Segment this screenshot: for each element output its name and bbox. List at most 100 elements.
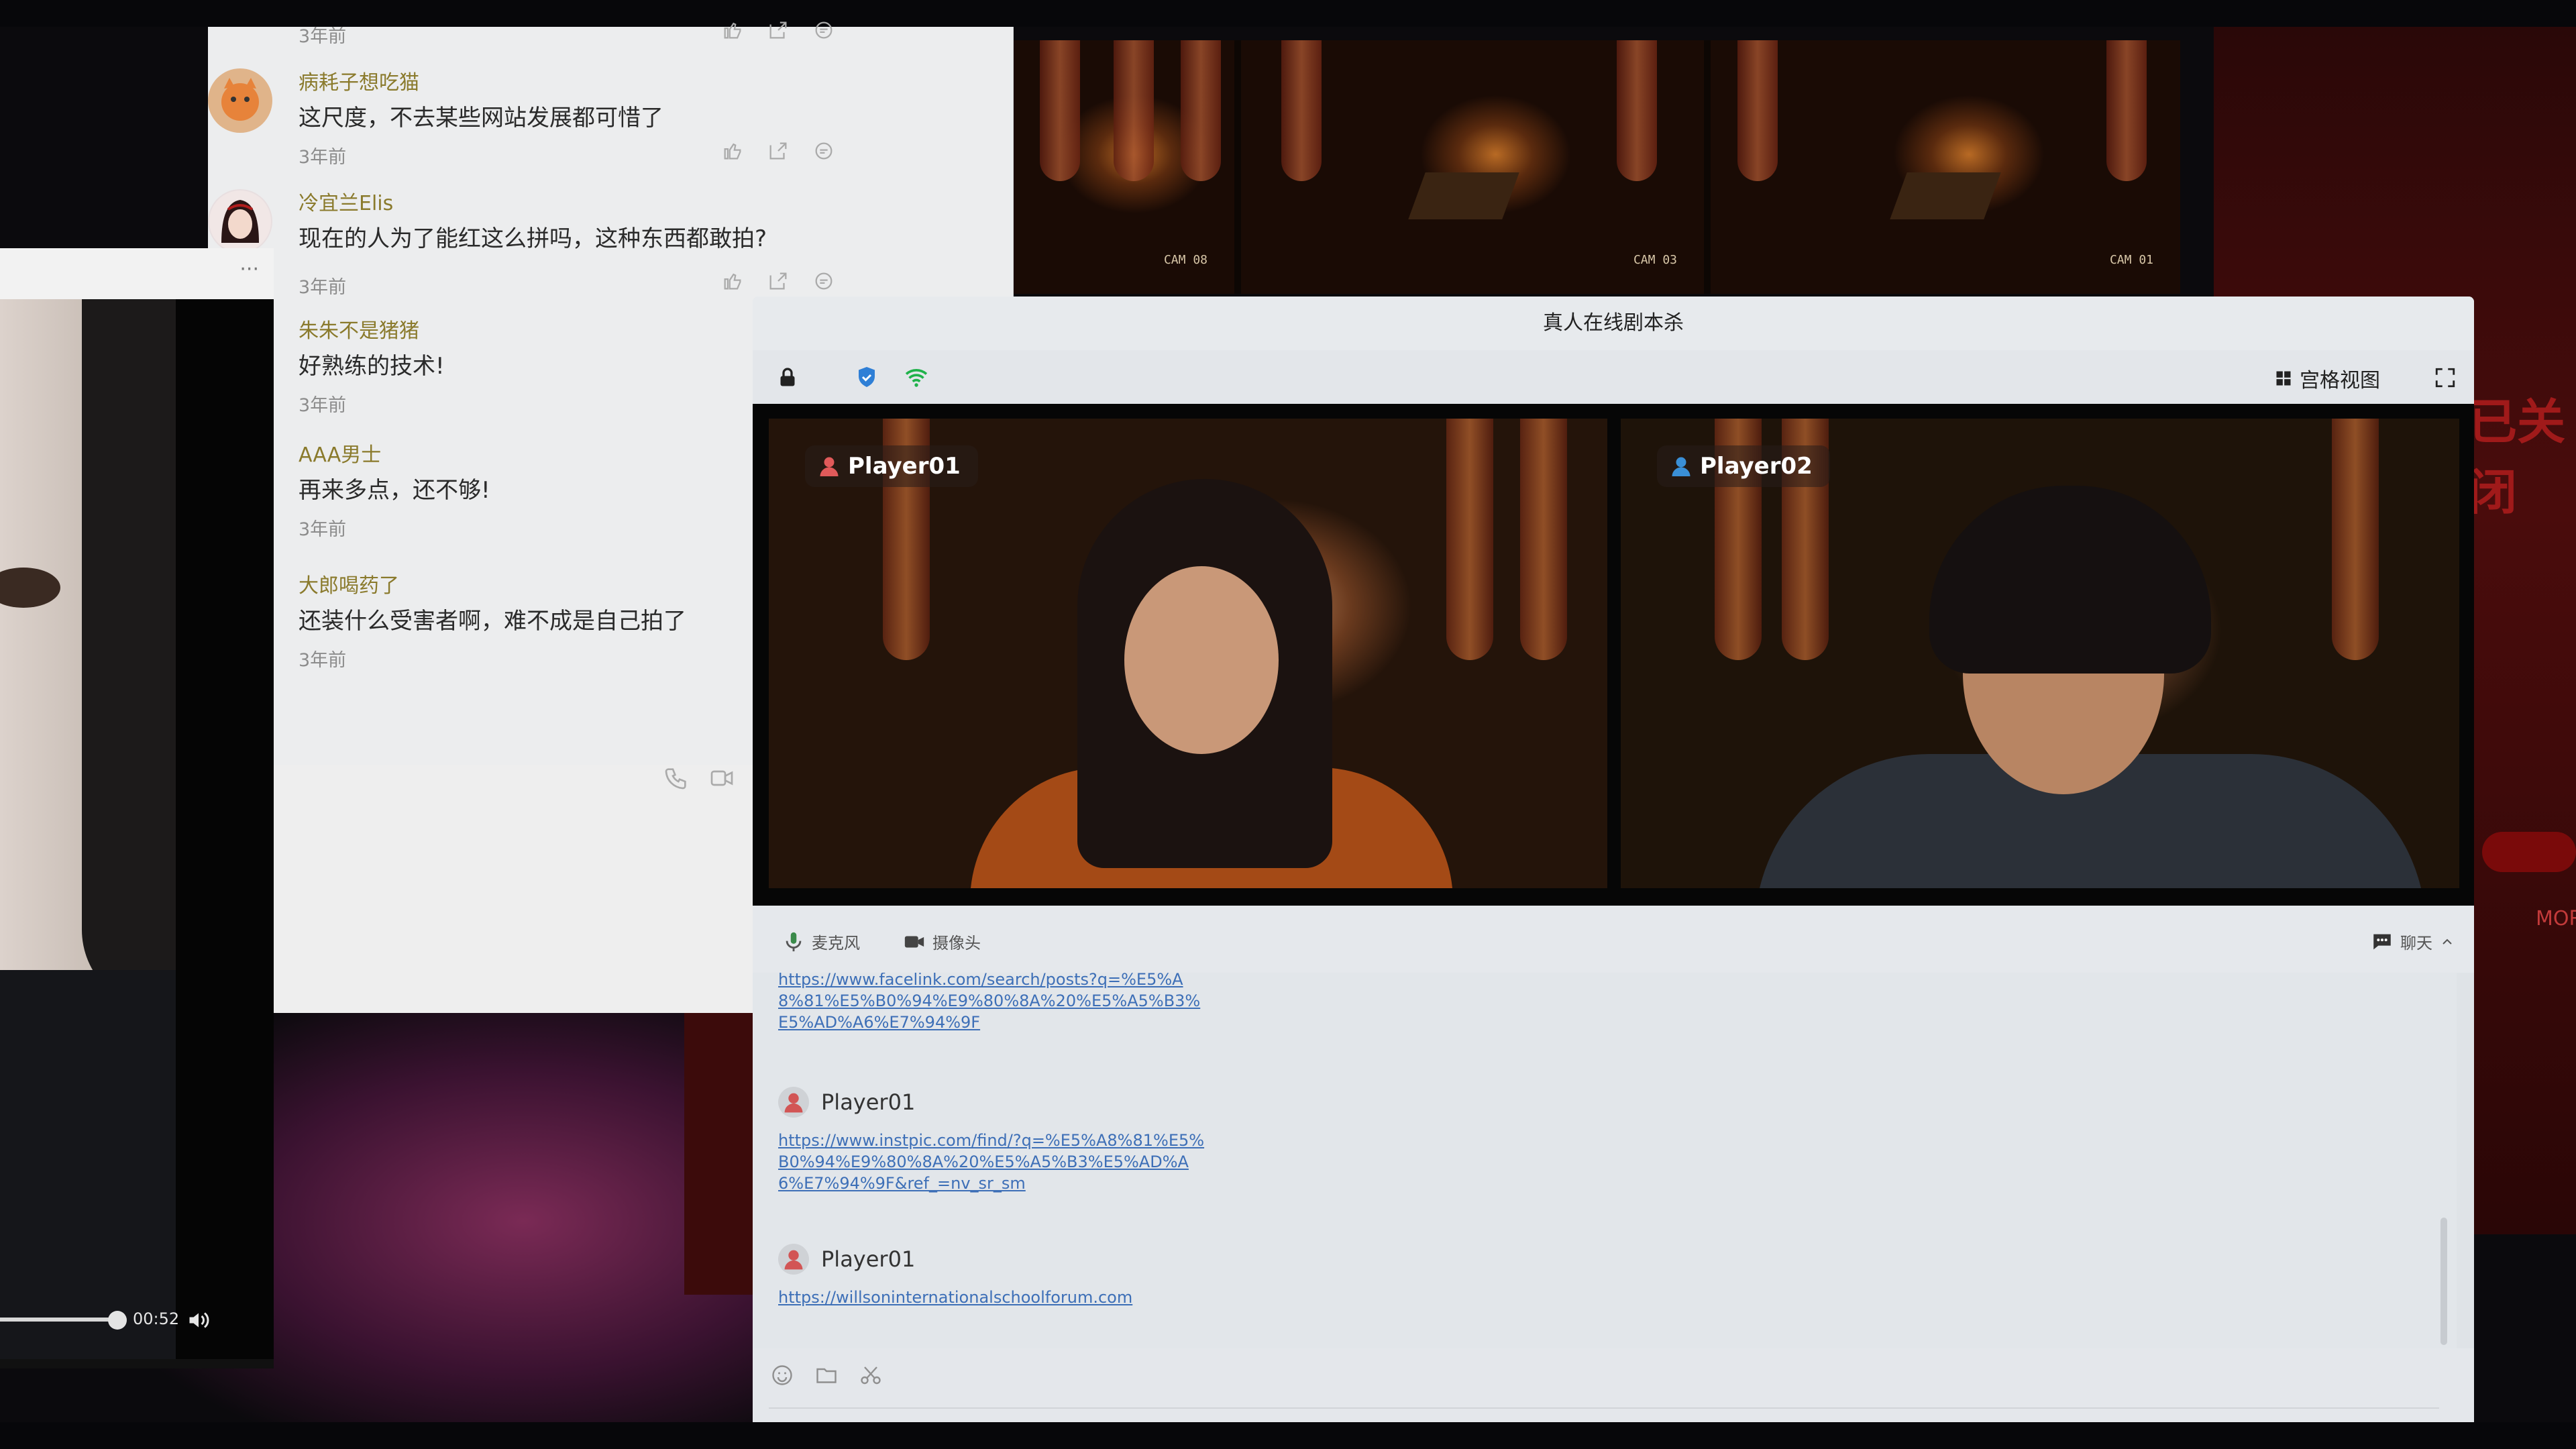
player-name: Player01 (848, 453, 961, 480)
toolbar: 宫格视图 (753, 350, 2474, 405)
cam-label: CAM 08 (1163, 253, 1208, 267)
cam-label: CAM 03 (1633, 253, 1677, 267)
comment-time: 3年前 (299, 147, 347, 168)
comment-text: 这尺度，不去某些网站发展都可惜了 (299, 105, 663, 131)
cctv-cam-tile: CAM 03 (1241, 40, 1704, 294)
chat-label: 聊天 (2400, 934, 2432, 953)
share-icon[interactable] (767, 140, 790, 162)
video-progress-bar[interactable] (0, 1318, 117, 1322)
video-call-icon[interactable] (708, 765, 735, 792)
chat-sender: Player01 (778, 1087, 915, 1118)
camera-button[interactable]: 摄像头 (903, 930, 981, 953)
comment-username[interactable]: 冷宜兰Elis (299, 186, 393, 216)
comment-username[interactable]: 病耗子想吃猫 (299, 66, 419, 95)
player-name-badge: Player01 (805, 445, 978, 487)
chat-link[interactable]: https://www.facelink.com/search/posts?q=… (778, 973, 1208, 1033)
chat-scrollbar[interactable] (2440, 1218, 2447, 1345)
comment-username[interactable]: 大郎喝药了 (299, 569, 399, 598)
cctv-cam-tile: CAM 01 (1711, 40, 2180, 294)
desk-with-laptop (1408, 172, 1519, 219)
cam-label: CAM 01 (2109, 253, 2153, 267)
chevron-up-icon (2443, 938, 2452, 945)
video-subject-eye (0, 568, 60, 608)
cctv-feed-strip: CAM 08 CAM 03 CAM 01 (1013, 40, 2180, 294)
scissors-icon[interactable] (859, 1363, 883, 1387)
comment-username[interactable]: 朱朱不是猪猪 (299, 314, 419, 343)
shield-icon[interactable] (855, 365, 879, 389)
background-red-title: 已关闭 (2469, 394, 2566, 521)
chat-input-bar (753, 1348, 2474, 1422)
chat-link[interactable]: https://willsoninternationalschoolforum.… (778, 1287, 1208, 1308)
camera-label: 摄像头 (932, 934, 981, 953)
user-icon (1672, 457, 1690, 476)
more-menu-button[interactable]: ··· (239, 258, 259, 281)
desk (1890, 172, 2001, 219)
player-video-tile[interactable]: Player02 (1621, 419, 2459, 888)
wifi-icon[interactable] (904, 365, 928, 389)
user-avatar[interactable] (208, 68, 272, 133)
like-icon[interactable] (721, 140, 744, 162)
video-subject-shirt (0, 970, 176, 1359)
grid-view-label: 宫格视图 (2300, 369, 2380, 392)
video-frame[interactable] (0, 299, 176, 1359)
chat-input-field[interactable] (769, 1407, 2439, 1409)
folder-icon[interactable] (814, 1363, 839, 1387)
microphone-button[interactable]: 麦克风 (782, 930, 860, 953)
comment-text: 再来多点，还不够! (299, 477, 490, 504)
phone-icon[interactable] (663, 765, 690, 792)
comment-actions (721, 19, 835, 42)
like-icon[interactable] (721, 270, 744, 292)
fullscreen-icon[interactable] (2434, 366, 2457, 389)
comment-username[interactable]: AAA男士 (299, 438, 381, 468)
user-avatar-icon (778, 1244, 809, 1275)
camera-icon (904, 936, 924, 947)
lock-icon[interactable] (775, 365, 800, 389)
share-icon[interactable] (767, 270, 790, 292)
comment-time: 3年前 (299, 519, 347, 540)
murder-mystery-app-window: 真人在线剧本杀 宫格视图 Player01 Player02 麦克风 摄像头 聊… (753, 297, 2474, 1422)
background-panel (274, 765, 757, 1013)
comment-time: 3年前 (299, 395, 347, 416)
chat-toggle-button[interactable]: 聊天 (2371, 930, 2455, 953)
cctv-cam-tile: CAM 08 (1013, 40, 1234, 294)
chat-sender: Player01 (778, 1244, 915, 1275)
microphone-label: 麦克风 (812, 934, 860, 953)
comment-time: 3年前 (299, 277, 347, 298)
video-time: 00:52 (133, 1309, 180, 1328)
call-controls: 麦克风 摄像头 聊天 (753, 906, 2474, 973)
share-icon[interactable] (767, 19, 790, 42)
like-icon[interactable] (721, 19, 744, 42)
video-window-titlebar: ··· (0, 248, 274, 299)
player-name: Player02 (1700, 453, 1813, 480)
user-avatar[interactable] (208, 189, 272, 254)
grid-icon (2276, 371, 2291, 386)
user-icon (820, 457, 839, 476)
video-progress-knob[interactable] (108, 1311, 127, 1330)
user-avatar-icon (778, 1087, 809, 1118)
video-grid: Player01 Player02 (753, 404, 2474, 906)
player-video-tile[interactable]: Player01 (769, 419, 1607, 888)
chat-link[interactable]: https://www.instpic.com/find/?q=%E5%A8%8… (778, 1130, 1208, 1194)
comment-time: 3年前 (299, 650, 347, 671)
comment-text: 现在的人为了能红这么拼吗，这种东西都敢拍? (299, 225, 767, 252)
comment-actions (721, 140, 835, 162)
grid-view-button[interactable]: 宫格视图 (2274, 364, 2380, 393)
video-letterbox (176, 299, 274, 1359)
video-player-window: ··· (0, 248, 274, 1368)
comment-actions (721, 270, 835, 292)
comment-time: 3年前 (299, 26, 347, 47)
reply-icon[interactable] (812, 19, 835, 42)
player-face (1124, 566, 1279, 754)
comment-text: 好熟练的技术! (299, 353, 445, 380)
background-more-link: MOR (2536, 907, 2576, 930)
microphone-icon (786, 932, 802, 951)
chat-sender-name: Player01 (821, 1089, 916, 1115)
reply-icon[interactable] (812, 140, 835, 162)
window-title: 真人在线剧本杀 (753, 297, 2474, 350)
volume-icon[interactable] (185, 1308, 212, 1332)
emoji-icon[interactable] (770, 1363, 794, 1387)
chat-panel: https://www.facelink.com/search/posts?q=… (753, 973, 2457, 1348)
background-red-banner (2482, 832, 2576, 872)
reply-icon[interactable] (812, 270, 835, 292)
player-hair (1929, 486, 2211, 674)
